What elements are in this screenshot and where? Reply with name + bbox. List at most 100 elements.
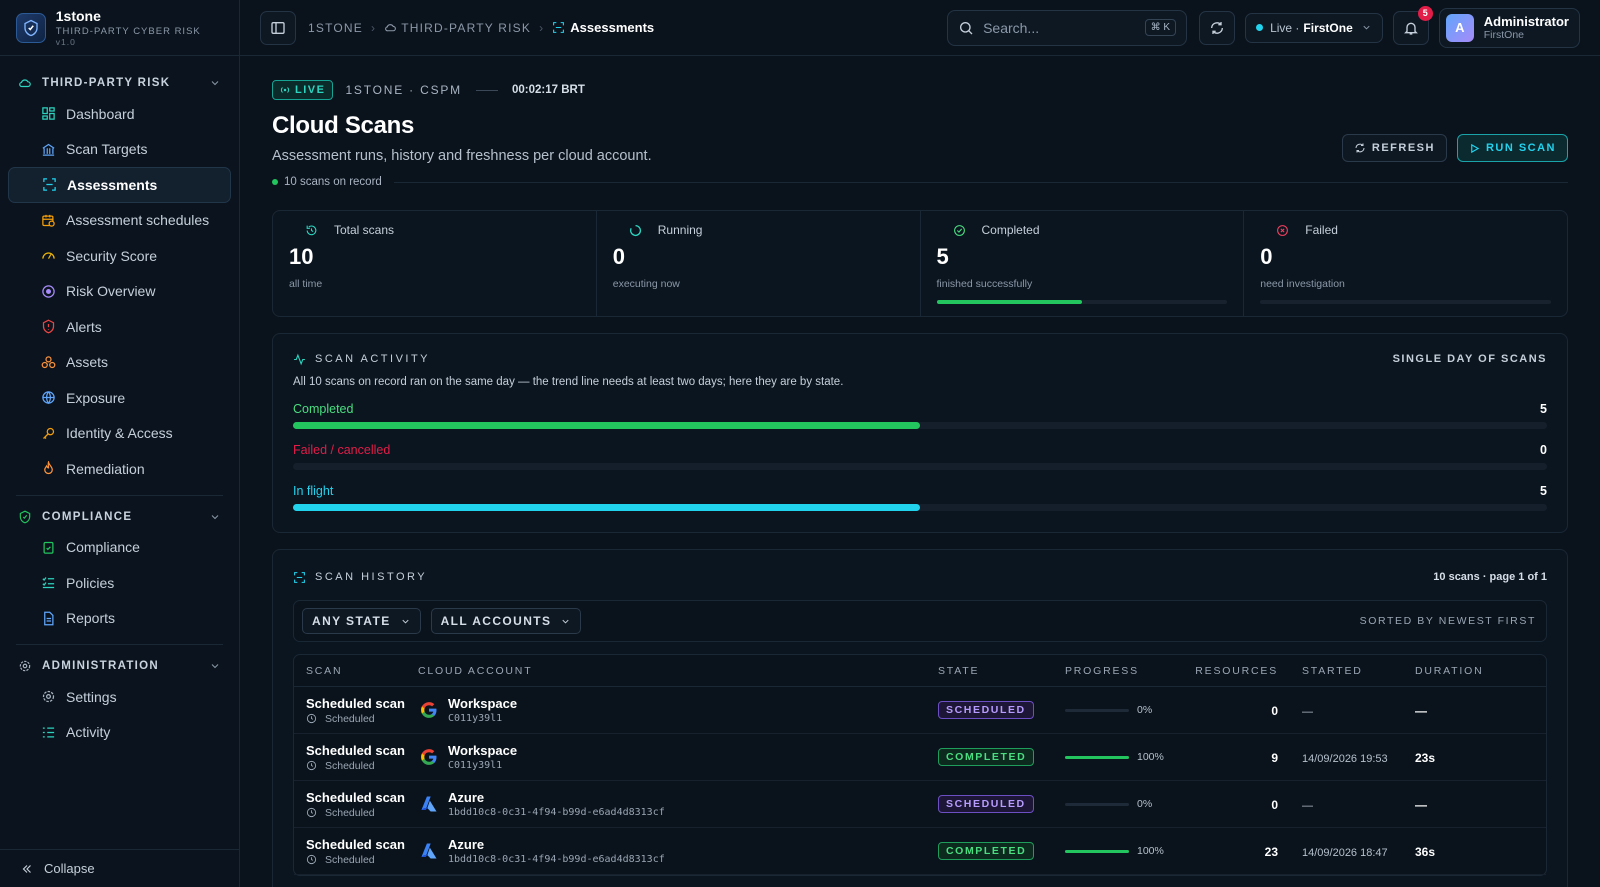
sidebar-item-policies[interactable]: Policies (8, 565, 231, 601)
user-org: FirstOne (1483, 29, 1525, 41)
account-name[interactable]: Workspace (448, 743, 517, 758)
refresh-icon (1355, 143, 1365, 153)
stat-value: 0 (1260, 244, 1273, 269)
gear-icon (18, 659, 32, 673)
stat-card-total-scans: Total scans 10 all time (273, 211, 597, 316)
section-toggle-administration[interactable]: ADMINISTRATION (0, 653, 239, 679)
scan-type: Scheduled (325, 806, 375, 819)
divider (16, 494, 223, 496)
table-row[interactable]: Scheduled scan Scheduled Workspace C011y39l… (294, 734, 1546, 781)
run-scan-label: RUN SCAN (1485, 142, 1556, 154)
sidebar-item-assessment-schedules[interactable]: Assessment schedules (8, 203, 231, 239)
activity-label: Completed (293, 402, 354, 416)
section-toggle-compliance[interactable]: COMPLIANCE (0, 504, 239, 530)
scan-name: Scheduled scan (306, 789, 405, 805)
stat-icon (305, 224, 326, 237)
sidebar-item-remediation[interactable]: Remediation (8, 451, 231, 487)
run-scan-button[interactable]: RUN SCAN (1456, 134, 1568, 162)
notification-count-badge: 5 (1417, 5, 1433, 21)
key-icon (40, 425, 56, 441)
user-menu[interactable]: A Administrator FirstOne (1438, 7, 1580, 48)
google-logo-icon (418, 699, 440, 721)
sidebar-item-compliance[interactable]: Compliance (8, 530, 231, 566)
sync-button[interactable] (1199, 10, 1236, 45)
column-header-resources[interactable]: RESOURCES (1185, 665, 1290, 677)
sidebar-item-assets[interactable]: Assets (8, 345, 231, 381)
sidebar-item-activity[interactable]: Activity (8, 715, 231, 751)
table-row[interactable]: Scheduled scan Scheduled Workspace C011y39l… (294, 687, 1546, 734)
state-filter-select[interactable]: ANY STATE (302, 608, 421, 634)
sidebar: 1stone THIRD-PARTY CYBER RISK v1.0 THIRD… (0, 0, 240, 887)
sidebar-item-security-score[interactable]: Security Score (8, 238, 231, 274)
collapse-label: Collapse (44, 861, 95, 876)
section-title: ADMINISTRATION (42, 660, 160, 672)
env-name: FirstOne (1303, 20, 1353, 35)
cloud-icon (384, 21, 397, 34)
column-header-started[interactable]: STARTED (1290, 665, 1415, 677)
scan-icon (41, 177, 57, 193)
column-header-progress[interactable]: PROGRESS (1065, 665, 1185, 677)
cloud-icon (18, 76, 32, 90)
sidebar-item-risk-overview[interactable]: Risk Overview (8, 274, 231, 310)
nav-section-third-party-risk: THIRD-PARTY RISK Dashboard Scan Targets … (0, 70, 239, 487)
notifications-button[interactable]: 5 (1392, 5, 1433, 45)
table-header: SCAN CLOUD ACCOUNT STATE PROGRESS RESOUR… (294, 655, 1546, 687)
scan-name: Scheduled scan (306, 695, 405, 711)
activity-bar-fill (293, 504, 920, 511)
activity-bar-track (293, 463, 1547, 470)
clock-icon (306, 760, 321, 771)
search-input[interactable]: Search... ⌘ K (947, 9, 1188, 46)
chevrons-left-icon (20, 862, 34, 876)
toggle-sidebar-button[interactable] (260, 10, 296, 45)
sidebar-item-scan-targets[interactable]: Scan Targets (8, 132, 231, 168)
boxes-icon (40, 354, 56, 370)
activity-value: 5 (1540, 402, 1547, 416)
sidebar-item-dashboard[interactable]: Dashboard (8, 96, 231, 132)
progress-track (1065, 849, 1129, 853)
chevron-down-icon (209, 77, 221, 89)
table-row[interactable]: Scheduled scan Scheduled Azure 1bdd10c8-0c3… (294, 781, 1546, 828)
sidebar-item-reports[interactable]: Reports (8, 601, 231, 637)
collapse-button[interactable]: Collapse (0, 849, 240, 887)
chevron-down-icon (209, 511, 221, 523)
sidebar-item-label: Assessment schedules (66, 212, 210, 229)
sidebar-item-alerts[interactable]: Alerts (8, 309, 231, 345)
breadcrumb-item[interactable]: THIRD-PARTY RISK (401, 21, 531, 35)
scan-history-table: SCAN CLOUD ACCOUNT STATE PROGRESS RESOUR… (293, 654, 1547, 876)
environment-selector[interactable]: Live · FirstOne (1245, 12, 1383, 43)
account-id: C011y39l1 (448, 713, 503, 724)
column-header-scan[interactable]: SCAN (294, 665, 418, 677)
breadcrumb-item[interactable]: 1STONE (308, 21, 363, 35)
search-icon (958, 20, 974, 36)
section-toggle-third-party-risk[interactable]: THIRD-PARTY RISK (0, 70, 239, 96)
account-filter-select[interactable]: ALL ACCOUNTS (430, 608, 582, 634)
status-badge: COMPLETED (938, 748, 1035, 766)
sidebar-item-settings[interactable]: Settings (8, 679, 231, 715)
sidebar-item-identity-access[interactable]: Identity & Access (8, 416, 231, 452)
stat-caption: need investigation (1260, 278, 1345, 290)
column-header-state[interactable]: STATE (938, 665, 1065, 677)
stat-icon (1276, 224, 1297, 237)
account-name[interactable]: Workspace (448, 696, 517, 711)
scan-type: Scheduled (325, 712, 375, 725)
account-name[interactable]: Azure (448, 790, 665, 805)
gauge-icon (40, 248, 56, 264)
column-header-cloud-account[interactable]: CLOUD ACCOUNT (418, 665, 938, 677)
card-title: SCAN ACTIVITY (315, 353, 431, 365)
sidebar-item-exposure[interactable]: Exposure (8, 380, 231, 416)
avatar: A (1445, 13, 1474, 42)
check-circle-icon (953, 224, 965, 236)
breadcrumb: 1STONE › THIRD-PARTY RISK › Assessments (308, 20, 654, 35)
sidebar-item-label: Alerts (66, 318, 102, 335)
sidebar-item-assessments[interactable]: Assessments (8, 167, 231, 203)
account-name[interactable]: Azure (448, 837, 665, 852)
sidebar-item-label: Policies (66, 574, 115, 591)
scan-type: Scheduled (325, 853, 375, 866)
column-header-duration[interactable]: DURATION (1415, 665, 1546, 677)
refresh-button[interactable]: REFRESH (1341, 134, 1447, 162)
table-row[interactable]: Scheduled scan Scheduled Azure 1bdd10c8-0c3… (294, 828, 1546, 875)
live-row: LIVE 1STONE · CSPM 00:02:17 BRT (272, 80, 1568, 100)
duration: — (1415, 703, 1427, 718)
stat-value: 10 (289, 244, 314, 269)
live-label: LIVE (295, 84, 326, 96)
